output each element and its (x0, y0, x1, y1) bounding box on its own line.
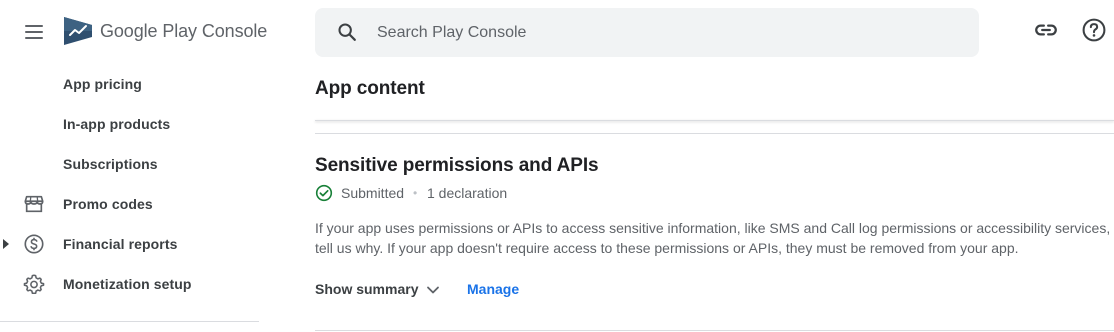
declaration-count: 1 declaration (427, 185, 508, 201)
brand-header: Google Play Console (0, 0, 300, 64)
gear-icon (23, 274, 45, 295)
chevron-down-icon (427, 286, 439, 294)
section-divider (315, 330, 1114, 331)
link-icon[interactable] (1033, 17, 1059, 43)
show-summary-button[interactable]: Show summary (315, 279, 439, 299)
check-circle-icon (315, 184, 333, 202)
sidebar-item-financial-reports[interactable]: Financial reports (0, 224, 260, 264)
sidebar-item-label: In-app products (63, 116, 171, 132)
play-console-logo-icon (64, 17, 92, 45)
description-line: If your app uses permissions or APIs to … (315, 220, 1111, 236)
logo-wordmark: Google Play Console (100, 21, 268, 41)
menu-icon[interactable] (22, 22, 46, 42)
sidebar-item-app-pricing[interactable]: App pricing (0, 64, 260, 104)
header-divider (315, 120, 1114, 121)
section-divider (315, 133, 1114, 134)
status-label: Submitted (341, 185, 405, 201)
sidebar-item-label: Monetization setup (63, 276, 192, 292)
sidebar-item-label: App pricing (63, 76, 142, 92)
sidebar-item-subscriptions[interactable]: Subscriptions (0, 144, 260, 184)
sidebar-item-label: Promo codes (63, 196, 153, 212)
store-icon (24, 195, 44, 213)
section-title: Sensitive permissions and APIs (315, 155, 599, 176)
sidebar-divider (0, 321, 259, 322)
sidebar-item-in-app-products[interactable]: In-app products (0, 104, 260, 144)
page-title: App content (315, 78, 425, 99)
description-line: tell us why. If your app doesn't require… (315, 240, 1019, 256)
manage-link[interactable]: Manage (467, 279, 519, 299)
sidebar-item-label: Financial reports (63, 236, 178, 252)
sidebar-item-promo-codes[interactable]: Promo codes (0, 184, 260, 224)
sidebar-item-monetization-setup[interactable]: Monetization setup (0, 264, 260, 304)
section-description: If your app uses permissions or APIs to … (315, 218, 1114, 258)
dollar-circle-icon (24, 234, 44, 254)
help-icon[interactable] (1081, 17, 1107, 43)
sidebar-nav: App pricing In-app products Subscription… (0, 64, 260, 304)
search-placeholder: Search Play Console (377, 24, 527, 41)
show-summary-label: Show summary (315, 281, 419, 297)
status-separator: • (413, 186, 418, 200)
sidebar-item-label: Subscriptions (63, 156, 158, 172)
search-input[interactable]: Search Play Console (315, 8, 979, 57)
search-icon (338, 23, 356, 41)
expand-caret-icon[interactable] (3, 239, 9, 249)
